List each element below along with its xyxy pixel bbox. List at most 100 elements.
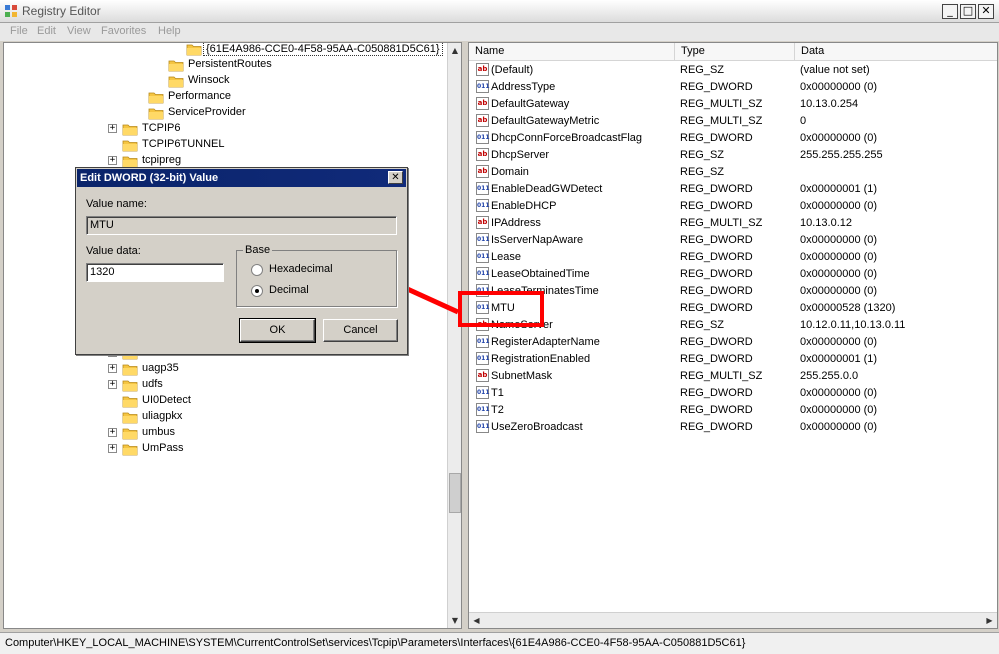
column-header-name[interactable]: Name xyxy=(469,43,675,60)
values-list-pane[interactable]: Name Type Data ◀ ▶ ab (Default) REG_SZ (val… xyxy=(468,42,998,629)
list-horizontal-scrollbar[interactable]: ◀ ▶ xyxy=(469,612,997,628)
value-row[interactable]: 011 DhcpConnForceBroadcastFlag REG_DWORD 0x… xyxy=(469,130,997,147)
string-value-icon: ab xyxy=(476,165,489,178)
cancel-button[interactable]: Cancel xyxy=(323,319,398,342)
value-type: REG_DWORD xyxy=(680,285,753,297)
value-row[interactable]: ab NameServer REG_SZ 10.12.0.11,10.13.0.11 xyxy=(469,317,997,334)
tree-item-label: uliagpkx xyxy=(142,410,183,422)
scroll-down-arrow-icon[interactable]: ▼ xyxy=(448,613,461,628)
value-name: SubnetMask xyxy=(491,370,553,382)
menu-file[interactable]: File xyxy=(10,25,28,37)
menu-favorites[interactable]: Favorites xyxy=(101,25,146,37)
string-value-icon: ab xyxy=(476,369,489,382)
folder-icon xyxy=(168,60,184,72)
value-row[interactable]: 011 LeaseObtainedTime REG_DWORD 0x00000000 … xyxy=(469,266,997,283)
radio-decimal-label: Decimal xyxy=(269,284,309,296)
annotation-highlight-box xyxy=(458,291,544,327)
value-type: REG_DWORD xyxy=(680,251,753,263)
value-row[interactable]: ab IPAddress REG_MULTI_SZ 10.13.0.12 xyxy=(469,215,997,232)
ok-button[interactable]: OK xyxy=(239,318,316,343)
string-value-icon: ab xyxy=(476,63,489,76)
tree-expand-icon[interactable]: + xyxy=(108,364,117,373)
value-data: 0x00000000 (0) xyxy=(800,251,878,263)
dialog-title: Edit DWORD (32-bit) Value xyxy=(80,172,219,184)
tree-item-label: Performance xyxy=(168,90,231,102)
value-row[interactable]: 011 UseZeroBroadcast REG_DWORD 0x00000000 (… xyxy=(469,419,997,436)
menu-bar: File Edit View Favorites Help xyxy=(0,23,999,41)
value-type: REG_DWORD xyxy=(680,200,753,212)
tree-expand-icon[interactable]: + xyxy=(108,444,117,453)
value-row[interactable]: ab DefaultGatewayMetric REG_MULTI_SZ 0 xyxy=(469,113,997,130)
tree-item-label: {61E4A986-CCE0-4F58-95AA-C050881D5C61} xyxy=(203,43,443,56)
value-row[interactable]: 011 LeaseTerminatesTime REG_DWORD 0x0000000… xyxy=(469,283,997,300)
tree-item-label: uagp35 xyxy=(142,362,179,374)
close-button[interactable]: ✕ xyxy=(978,4,994,19)
string-value-icon: ab xyxy=(476,97,489,110)
value-type: REG_DWORD xyxy=(680,183,753,195)
dialog-close-button[interactable]: ✕ xyxy=(388,171,403,184)
minimize-button[interactable]: _ xyxy=(942,4,958,19)
value-type: REG_DWORD xyxy=(680,353,753,365)
column-header-type[interactable]: Type xyxy=(675,43,795,60)
value-data: 0x00000528 (1320) xyxy=(800,302,896,314)
dword-value-icon: 011 xyxy=(476,250,490,263)
status-bar: Computer\HKEY_LOCAL_MACHINE\SYSTEM\Curre… xyxy=(0,632,999,654)
tree-expand-icon[interactable]: + xyxy=(108,156,117,165)
value-name: Lease xyxy=(491,251,521,263)
value-type: REG_DWORD xyxy=(680,268,753,280)
value-data: 0x00000001 (1) xyxy=(800,353,878,365)
value-data: 0x00000000 (0) xyxy=(800,132,878,144)
scroll-thumb[interactable] xyxy=(449,473,461,513)
value-data-label: Value data: xyxy=(86,245,141,257)
value-row[interactable]: 011 EnableDeadGWDetect REG_DWORD 0x00000001… xyxy=(469,181,997,198)
value-data: 255.255.0.0 xyxy=(800,370,859,382)
tree-item-label: tcpipreg xyxy=(142,154,182,166)
value-name: AddressType xyxy=(491,81,556,93)
value-row[interactable]: 011 RegistrationEnabled REG_DWORD 0x0000000… xyxy=(469,351,997,368)
value-row[interactable]: ab SubnetMask REG_MULTI_SZ 255.255.0.0 xyxy=(469,368,997,385)
tree-expand-icon[interactable]: + xyxy=(108,124,117,133)
tree-expand-icon[interactable]: + xyxy=(108,428,117,437)
value-row[interactable]: ab (Default) REG_SZ (value not set) xyxy=(469,62,997,79)
dword-value-icon: 011 xyxy=(476,131,490,144)
value-row[interactable]: ab DhcpServer REG_SZ 255.255.255.255 xyxy=(469,147,997,164)
menu-help[interactable]: Help xyxy=(158,25,181,37)
menu-edit[interactable]: Edit xyxy=(37,25,56,37)
tree-vertical-scrollbar[interactable]: ▲ ▼ xyxy=(447,43,461,628)
dword-value-icon: 011 xyxy=(476,403,490,416)
value-row[interactable]: 011 T1 REG_DWORD 0x00000000 (0) xyxy=(469,385,997,402)
tree-item-label: ServiceProvider xyxy=(168,106,246,118)
value-data-input[interactable]: 1320 xyxy=(86,263,224,282)
value-data: 0x00000000 (0) xyxy=(800,268,878,280)
value-row[interactable]: ab Domain REG_SZ xyxy=(469,164,997,181)
radio-hexadecimal-indicator[interactable] xyxy=(251,264,263,276)
value-type: REG_SZ xyxy=(680,166,725,178)
value-type: REG_DWORD xyxy=(680,302,753,314)
value-data: 10.12.0.11,10.13.0.11 xyxy=(800,319,906,331)
folder-icon xyxy=(148,92,164,104)
value-row[interactable]: ab DefaultGateway REG_MULTI_SZ 10.13.0.254 xyxy=(469,96,997,113)
value-row[interactable]: 011 EnableDHCP REG_DWORD 0x00000000 (0) xyxy=(469,198,997,215)
value-name: DefaultGateway xyxy=(491,98,570,110)
radio-hexadecimal-label: Hexadecimal xyxy=(269,263,333,275)
scroll-left-arrow-icon[interactable]: ◀ xyxy=(469,613,484,628)
value-row[interactable]: 011 IsServerNapAware REG_DWORD 0x00000000 (… xyxy=(469,232,997,249)
tree-expand-icon[interactable]: + xyxy=(108,380,117,389)
value-row[interactable]: 011 T2 REG_DWORD 0x00000000 (0) xyxy=(469,402,997,419)
scroll-right-arrow-icon[interactable]: ▶ xyxy=(982,613,997,628)
maximize-button[interactable]: □ xyxy=(960,4,976,19)
value-row[interactable]: 011 Lease REG_DWORD 0x00000000 (0) xyxy=(469,249,997,266)
value-name-label: Value name: xyxy=(86,198,147,210)
value-row[interactable]: 011 AddressType REG_DWORD 0x00000000 (0) xyxy=(469,79,997,96)
value-row[interactable]: 011 MTU REG_DWORD 0x00000528 (1320) xyxy=(469,300,997,317)
radio-decimal-indicator[interactable] xyxy=(251,285,263,297)
dword-value-icon: 011 xyxy=(476,182,490,195)
value-type: REG_DWORD xyxy=(680,81,753,93)
tree-item-label: TCPIP6TUNNEL xyxy=(142,138,225,150)
scroll-up-arrow-icon[interactable]: ▲ xyxy=(448,43,461,58)
title-bar: Registry Editor _ □ ✕ xyxy=(0,0,999,23)
column-header-data[interactable]: Data xyxy=(795,43,997,60)
value-row[interactable]: 011 RegisterAdapterName REG_DWORD 0x0000000… xyxy=(469,334,997,351)
tree-item-label: UI0Detect xyxy=(142,394,191,406)
menu-view[interactable]: View xyxy=(67,25,91,37)
